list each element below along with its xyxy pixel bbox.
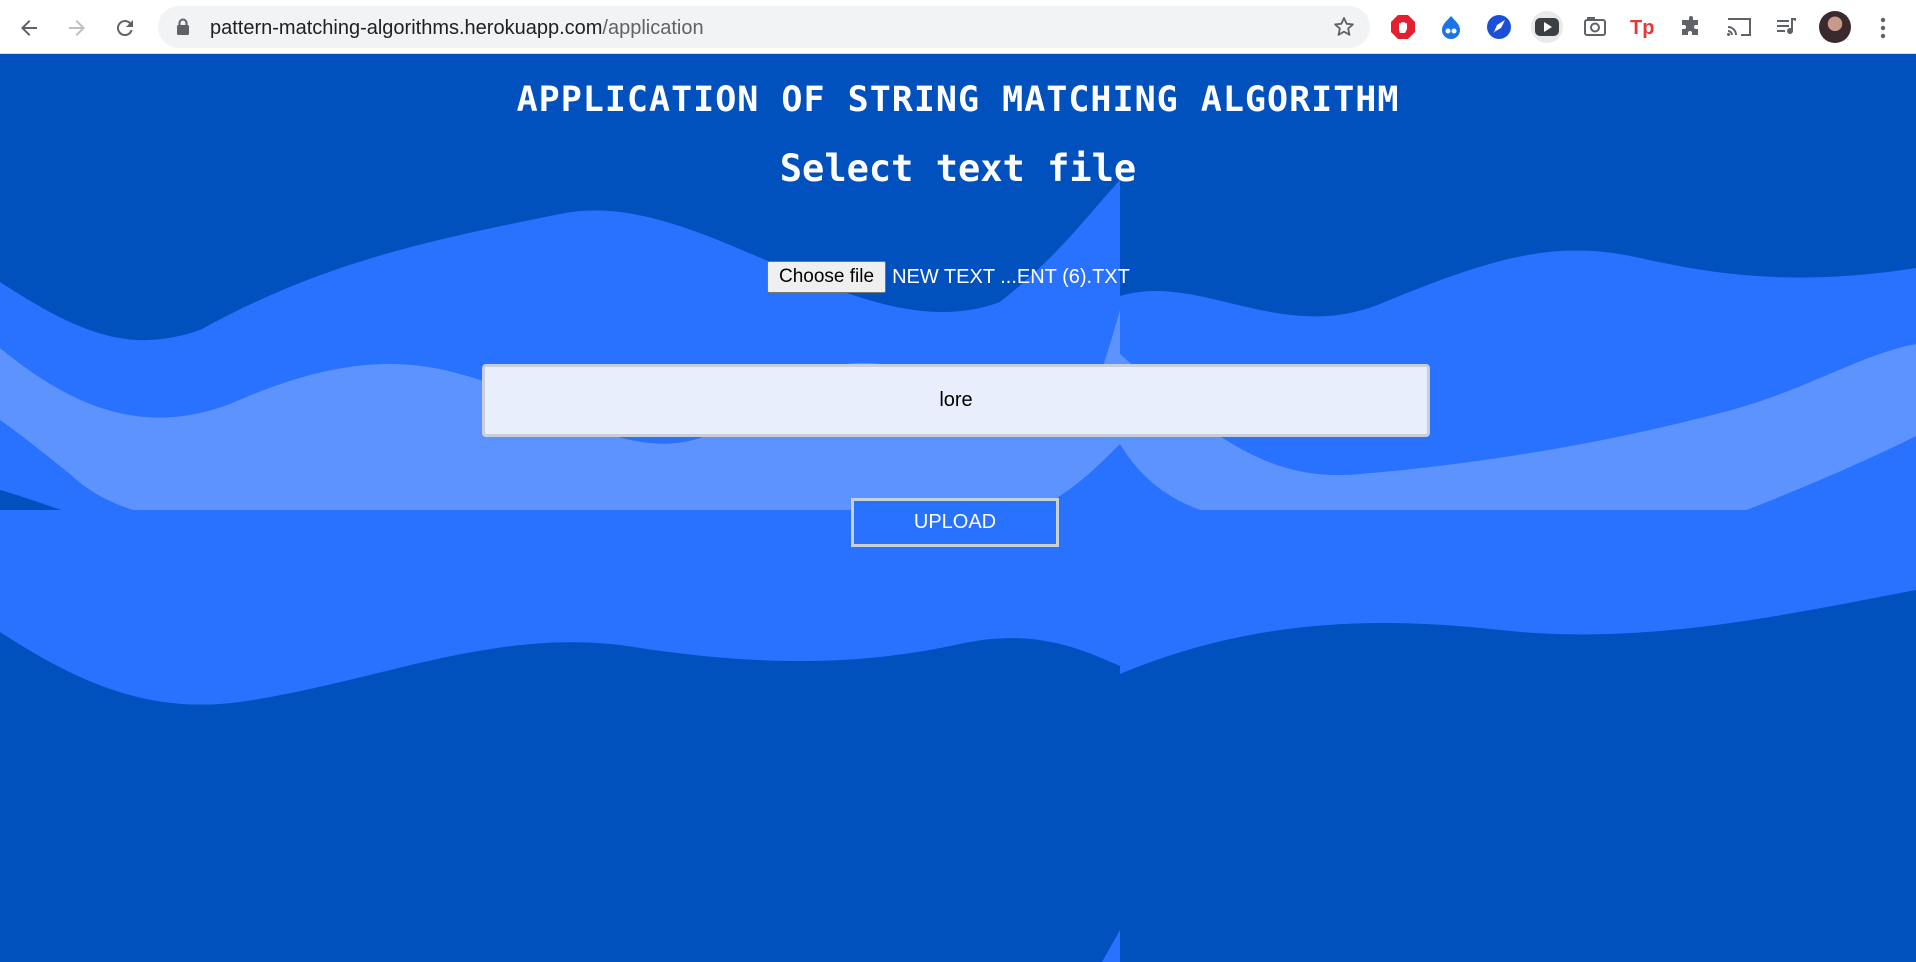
reload-icon[interactable] <box>109 12 141 44</box>
profile-avatar[interactable] <box>1819 11 1851 43</box>
extension-blue-icon[interactable] <box>1435 11 1467 43</box>
lock-icon[interactable] <box>176 18 190 41</box>
puzzle-icon[interactable] <box>1675 11 1707 43</box>
rocket-icon[interactable] <box>1483 11 1515 43</box>
media-queue-icon[interactable] <box>1771 11 1803 43</box>
address-bar[interactable]: pattern-matching-algorithms.herokuapp.co… <box>158 6 1370 48</box>
url-domain: pattern-matching-algorithms.herokuapp.co… <box>210 17 603 39</box>
url-path: /application <box>602 17 704 39</box>
url-text[interactable]: pattern-matching-algorithms.herokuapp.co… <box>210 17 704 40</box>
selected-file-name: NEW TEXT ...ENT (6).TXT <box>892 265 1130 288</box>
menu-dots-icon[interactable] <box>1867 12 1899 44</box>
upload-button[interactable]: UPLOAD <box>851 498 1059 547</box>
pattern-input[interactable]: lore <box>482 364 1430 437</box>
choose-file-button[interactable]: Choose file <box>767 261 887 293</box>
file-picker[interactable]: Choose file NEW TEXT ...ENT (6).TXT <box>767 261 1130 293</box>
bookmark-star-icon[interactable] <box>1332 15 1356 44</box>
svg-text:Tp: Tp <box>1630 17 1654 39</box>
cast-icon[interactable] <box>1723 11 1755 43</box>
page-subtitle: Select text file <box>779 147 1137 190</box>
youtube-icon[interactable] <box>1531 11 1563 43</box>
page-content: APPLICATION OF STRING MATCHING ALGORITHM… <box>0 54 1916 962</box>
tp-icon[interactable]: Tp <box>1627 11 1659 43</box>
adblock-icon[interactable] <box>1387 11 1419 43</box>
browser-toolbar: pattern-matching-algorithms.herokuapp.co… <box>0 0 1916 54</box>
page-title: APPLICATION OF STRING MATCHING ALGORITHM <box>516 80 1400 120</box>
screenshot-icon[interactable] <box>1579 11 1611 43</box>
back-icon[interactable] <box>13 12 45 44</box>
forward-icon[interactable] <box>61 12 93 44</box>
wave-tip <box>1102 930 1120 962</box>
